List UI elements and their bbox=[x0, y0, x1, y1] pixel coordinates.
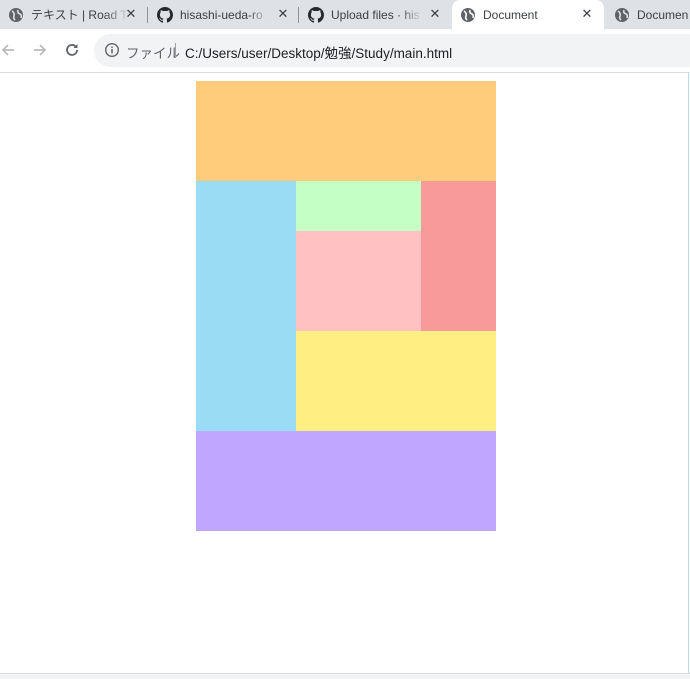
footer-box bbox=[196, 431, 496, 531]
tab-title: Upload files · his bbox=[331, 7, 420, 22]
tab-strip: テキスト | Road To ✕ hisashi-ueda-ro ✕ Uploa… bbox=[0, 0, 690, 29]
browser-toolbar: ファイル C:/Users/user/Desktop/勉強/Study/main… bbox=[0, 29, 690, 73]
window-edge bbox=[688, 73, 689, 673]
globe-icon bbox=[8, 7, 24, 23]
close-icon[interactable]: ✕ bbox=[428, 7, 442, 21]
github-icon bbox=[308, 6, 324, 23]
globe-icon bbox=[614, 7, 630, 23]
file-scheme-label: ファイル bbox=[126, 46, 180, 61]
info-circle-icon[interactable] bbox=[104, 42, 120, 58]
page-viewport bbox=[0, 73, 690, 673]
back-button[interactable] bbox=[0, 38, 20, 62]
right-column-box bbox=[421, 181, 496, 331]
tab-divider bbox=[147, 7, 148, 23]
reload-button[interactable] bbox=[60, 38, 84, 62]
tab-document-2[interactable]: Documen bbox=[606, 0, 690, 29]
top-middle-box bbox=[296, 181, 421, 231]
lower-middle-box bbox=[296, 331, 496, 431]
close-icon[interactable]: ✕ bbox=[124, 7, 138, 21]
status-strip bbox=[0, 673, 690, 679]
close-icon[interactable]: ✕ bbox=[276, 7, 290, 21]
tab-divider bbox=[298, 7, 299, 23]
left-column-box bbox=[196, 181, 296, 431]
close-icon[interactable]: ✕ bbox=[580, 7, 594, 21]
github-icon bbox=[157, 6, 173, 23]
arrow-left-icon bbox=[1, 44, 14, 56]
center-box bbox=[296, 231, 421, 331]
url-text[interactable]: C:/Users/user/Desktop/勉強/Study/main.html bbox=[185, 42, 452, 62]
tab-title: Document bbox=[483, 7, 538, 22]
globe-icon bbox=[460, 7, 476, 23]
tab-title: Documen bbox=[637, 7, 689, 22]
forward-button[interactable] bbox=[28, 38, 52, 62]
header-box bbox=[196, 81, 496, 181]
reload-icon bbox=[66, 44, 78, 56]
tab-github-repo[interactable]: hisashi-ueda-ro bbox=[149, 0, 297, 29]
arrow-right-icon bbox=[34, 44, 47, 56]
tab-title: hisashi-ueda-ro bbox=[180, 7, 263, 22]
tab-title: テキスト | Road To bbox=[31, 8, 129, 22]
url-divider bbox=[175, 43, 176, 58]
address-bar[interactable]: ファイル C:/Users/user/Desktop/勉強/Study/main… bbox=[94, 34, 690, 67]
